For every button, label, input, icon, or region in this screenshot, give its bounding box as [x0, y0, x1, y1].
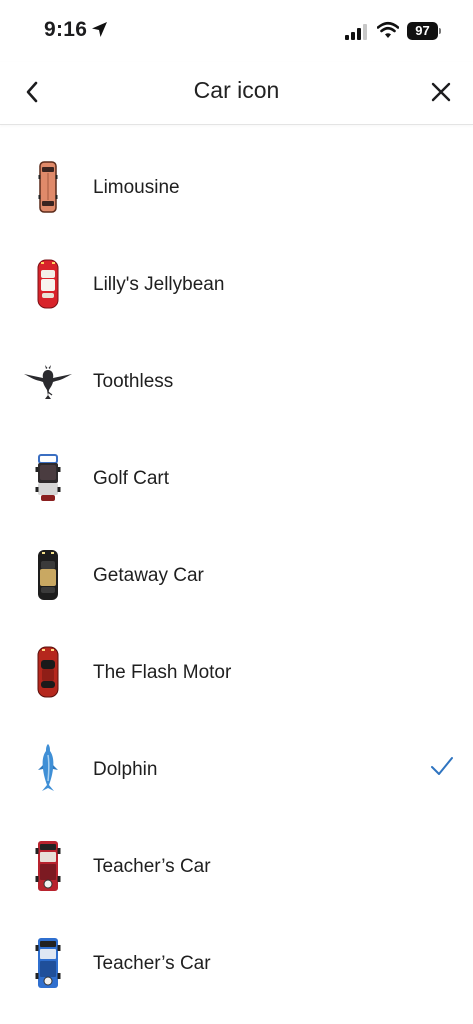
dolphin-icon	[20, 738, 76, 800]
red-sports-car-icon	[20, 641, 76, 703]
red-car-icon	[20, 253, 76, 315]
black-car-icon	[20, 544, 76, 606]
limousine-icon	[20, 156, 76, 218]
nav-bar: Car icon	[0, 62, 473, 125]
location-arrow-icon	[92, 22, 107, 37]
list-item[interactable]: Teacher’s Car	[0, 819, 473, 916]
status-bar: 9:16 97	[0, 0, 473, 62]
list-item[interactable]: Limousine	[0, 140, 473, 237]
battery-tip	[439, 28, 441, 34]
signal-icon	[345, 24, 367, 40]
item-label: Toothless	[93, 371, 174, 392]
close-button[interactable]	[421, 72, 461, 112]
item-label: Lilly's Jellybean	[93, 274, 225, 295]
item-label: Teacher’s Car	[93, 953, 211, 974]
list-item[interactable]: Getaway Car	[0, 528, 473, 625]
item-label: Limousine	[93, 177, 180, 198]
status-time: 9:16	[44, 18, 88, 41]
list-item[interactable]: Toothless	[0, 334, 473, 431]
car-icon-list: Limousine Lilly's Jellybean Toothless Go…	[0, 140, 473, 1013]
list-item-selected[interactable]: Dolphin	[0, 722, 473, 819]
item-label: Getaway Car	[93, 565, 204, 586]
list-item[interactable]: Golf Cart	[0, 431, 473, 528]
list-item[interactable]: Teacher’s Car	[0, 916, 473, 1013]
item-label: Golf Cart	[93, 468, 170, 489]
battery-indicator: 97	[407, 22, 438, 40]
page-title: Car icon	[193, 77, 280, 103]
item-label: The Flash Motor	[93, 662, 232, 683]
checkmark-icon	[431, 757, 453, 775]
item-label: Dolphin	[93, 759, 158, 780]
blue-jeep-icon	[20, 932, 76, 994]
list-item[interactable]: The Flash Motor	[0, 625, 473, 722]
golf-cart-icon	[20, 447, 76, 509]
item-label: Teacher’s Car	[93, 856, 211, 877]
wifi-icon	[377, 21, 399, 38]
list-item[interactable]: Lilly's Jellybean	[0, 237, 473, 334]
car-icon-screen: 9:16 97 Car icon Limousine Lilly's Jelly…	[0, 0, 473, 1024]
dragon-icon	[20, 350, 76, 412]
red-jeep-icon	[20, 835, 76, 897]
close-icon	[431, 82, 451, 102]
